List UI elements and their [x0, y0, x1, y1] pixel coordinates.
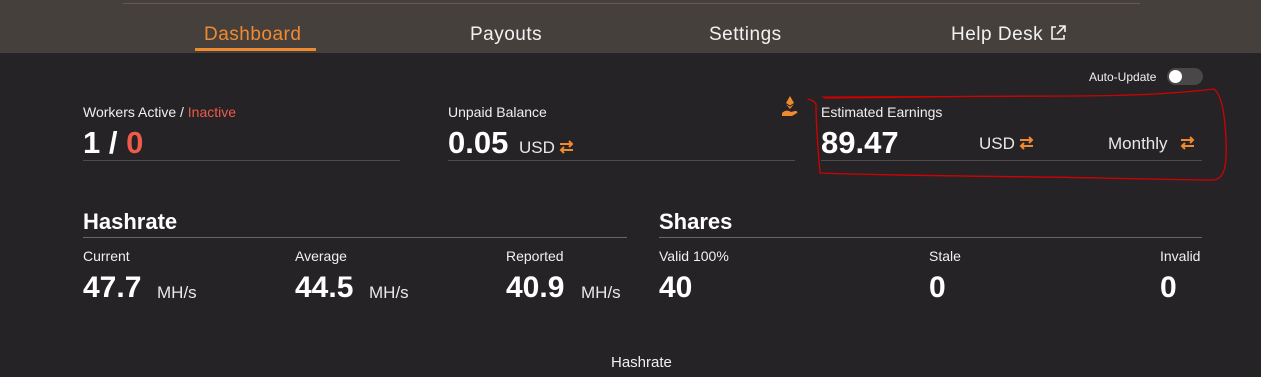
hashrate-divider [83, 237, 627, 238]
external-link-icon [1049, 24, 1067, 48]
workers-inactive-count: 0 [126, 125, 144, 160]
swap-arrows-icon[interactable] [559, 140, 574, 154]
unpaid-balance-divider [448, 160, 795, 161]
shares-section-title: Shares [659, 209, 733, 234]
hashrate-average-value: 44.5 [295, 271, 354, 304]
hashrate-reported-unit: MH/s [581, 283, 621, 302]
hashrate-average-unit: MH/s [369, 283, 409, 302]
shares-invalid-label: Invalid [1160, 248, 1201, 264]
workers-inactive-label: Inactive [187, 104, 237, 120]
tab-settings[interactable]: Settings [709, 24, 782, 46]
workers-active-label: Workers Active / [83, 104, 184, 120]
estimated-earnings-value: 89.47 [821, 125, 899, 160]
shares-valid-value: 40 [659, 271, 693, 304]
shares-valid-label: Valid 100% [659, 248, 729, 264]
hashrate-reported-label: Reported [506, 248, 564, 264]
shares-invalid-value: 0 [1160, 271, 1177, 304]
hashrate-reported-value: 40.9 [506, 271, 565, 304]
estimated-earnings-label: Estimated Earnings [821, 104, 943, 120]
hashrate-current-unit: MH/s [157, 283, 197, 302]
unpaid-balance-label: Unpaid Balance [448, 104, 547, 120]
ethereum-payout-icon[interactable] [781, 96, 799, 118]
unpaid-balance-currency: USD [519, 138, 555, 157]
workers-active-count: 1 [83, 125, 101, 160]
top-navigation: Dashboard Payouts Settings Help Desk [0, 0, 1261, 53]
shares-divider [659, 237, 1202, 238]
swap-arrows-icon[interactable] [1019, 136, 1034, 150]
auto-update-toggle[interactable] [1167, 68, 1203, 85]
earnings-currency: USD [979, 134, 1015, 153]
shares-stale-label: Stale [929, 248, 961, 264]
hashrate-average-label: Average [295, 248, 347, 264]
swap-arrows-icon[interactable] [1180, 136, 1195, 150]
shares-stale-value: 0 [929, 271, 946, 304]
help-desk-label: Help Desk [951, 24, 1044, 45]
hashrate-current-label: Current [83, 248, 130, 264]
tab-payouts[interactable]: Payouts [470, 24, 542, 46]
hashrate-chart-title: Hashrate [611, 354, 672, 371]
tab-dashboard[interactable]: Dashboard [204, 24, 301, 46]
hashrate-section-title: Hashrate [83, 209, 178, 234]
workers-divider [83, 160, 400, 161]
nav-top-divider [123, 3, 1140, 4]
workers-count: 1 / 0 [83, 125, 143, 161]
earnings-period: Monthly [1108, 134, 1168, 153]
active-tab-indicator [195, 48, 316, 51]
red-annotation-outline [807, 88, 1227, 181]
workers-separator: / [108, 125, 118, 160]
workers-label: Workers Active / Inactive [83, 104, 236, 120]
hashrate-current-value: 47.7 [83, 271, 142, 304]
tab-help-desk[interactable]: Help Desk [951, 24, 1067, 48]
auto-update-label: Auto-Update [1089, 70, 1157, 84]
unpaid-balance-value: 0.05 [448, 125, 509, 160]
earnings-divider [821, 160, 1202, 161]
toggle-knob [1169, 70, 1182, 83]
